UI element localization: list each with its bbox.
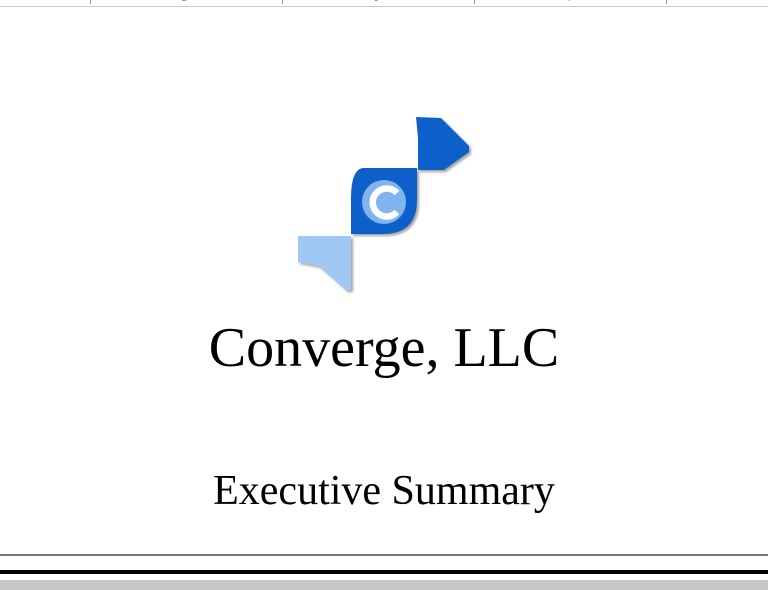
ruler-number: 3 bbox=[374, 0, 378, 3]
c-badge-icon bbox=[351, 168, 417, 234]
top-arrow-icon bbox=[416, 117, 469, 170]
ruler-tick bbox=[474, 0, 475, 4]
company-name: Converge, LLC bbox=[208, 317, 560, 379]
document-subtitle: Executive Summary bbox=[213, 468, 555, 514]
page-gap bbox=[0, 556, 768, 570]
ruler-tick bbox=[666, 0, 667, 4]
horizontal-ruler[interactable]: 2 3 4 bbox=[0, 0, 768, 7]
ruler-tick bbox=[90, 0, 91, 4]
ruler-number: 4 bbox=[566, 0, 570, 3]
workspace-background bbox=[0, 580, 768, 590]
converge-logo-icon bbox=[296, 112, 474, 294]
ruler-tick bbox=[282, 0, 283, 4]
ruler-number: 2 bbox=[182, 0, 186, 3]
bottom-arrow-icon bbox=[298, 236, 351, 290]
